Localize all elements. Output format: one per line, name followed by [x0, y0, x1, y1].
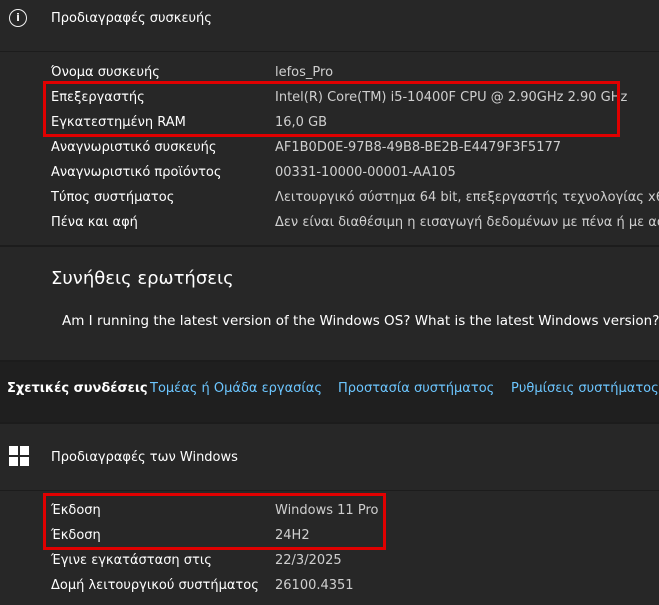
faq-question[interactable]: Am I running the latest version of the W… — [62, 313, 659, 329]
windows-logo-icon — [9, 446, 29, 466]
windows-specs-header[interactable]: Προδιαγραφές των Windows — [51, 450, 238, 465]
related-links-label: Σχετικές συνδέσεις — [7, 381, 148, 396]
highlight-box — [43, 81, 620, 137]
spec-label: Δομή λειτουργικού συστήματος — [51, 578, 259, 593]
spec-label: Όνομα συσκευής — [51, 65, 160, 80]
spec-row-pen-touch: Πένα και αφή Δεν είναι διαθέσιμη η εισαγ… — [51, 215, 659, 235]
info-icon: i — [9, 9, 27, 27]
faq-panel — [0, 247, 659, 360]
device-specs-header[interactable]: Προδιαγραφές συσκευής — [51, 11, 212, 26]
divider — [0, 51, 659, 52]
spec-label: Πένα και αφή — [51, 215, 138, 230]
link-domain-workgroup[interactable]: Τομέας ή Ομάδα εργασίας — [150, 381, 322, 396]
link-advanced-settings-clip: Ρυθμίσεις συστήματος για προχωρημένους — [511, 376, 659, 402]
spec-value: Δεν είναι διαθέσιμη η εισαγωγή δεδομένων… — [275, 215, 659, 230]
spec-value: lefos_Pro — [275, 65, 334, 80]
spec-value: Λειτουργικό σύστημα 64 bit, επεξεργαστής… — [275, 190, 659, 205]
spec-value: AF1B0D0E-97B8-49B8-BE2B-E4479F3F5177 — [275, 140, 562, 155]
link-system-protection[interactable]: Προστασία συστήματος — [338, 381, 494, 396]
spec-value: 26100.4351 — [275, 578, 354, 593]
spec-value: 00331-10000-00001-AA105 — [275, 165, 456, 180]
spec-label: Έγινε εγκατάσταση στις — [51, 553, 212, 568]
divider — [0, 490, 659, 491]
spec-label: Αναγνωριστικό προϊόντος — [51, 165, 222, 180]
link-advanced-system-settings[interactable]: Ρυθμίσεις συστήματος για προχωρημένους — [511, 381, 659, 396]
spec-value: 22/3/2025 — [275, 553, 342, 568]
spec-label: Τύπος συστήματος — [51, 190, 175, 205]
spec-label: Αναγνωριστικό συσκευής — [51, 140, 217, 155]
faq-title[interactable]: Συνήθεις ερωτήσεις — [51, 268, 234, 289]
highlight-box — [43, 493, 386, 550]
